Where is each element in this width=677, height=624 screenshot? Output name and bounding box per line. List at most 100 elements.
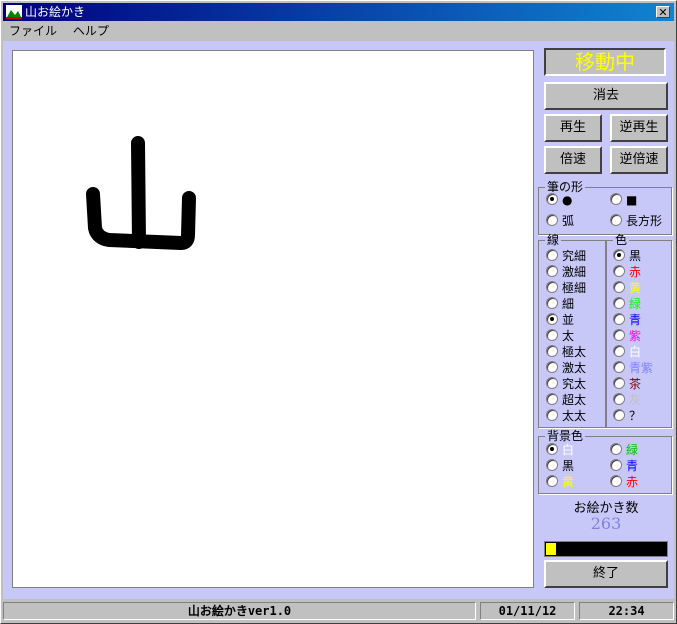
background-color-option[interactable]: 黒	[546, 459, 574, 473]
color-option-label: 茶	[629, 377, 642, 391]
background-color-option[interactable]: 青	[610, 459, 638, 473]
drawing-count-value: 263	[590, 514, 622, 533]
background-color-option-label: 白	[562, 443, 575, 457]
radio-button[interactable]	[546, 377, 558, 389]
line-width-option-label: 究細	[562, 249, 587, 263]
radio-button[interactable]	[613, 249, 625, 261]
radio-button[interactable]	[546, 297, 558, 309]
background-color-option-label: 黄	[562, 475, 575, 489]
background-color-option-label: 緑	[626, 443, 639, 457]
radio-button[interactable]	[613, 409, 625, 421]
close-button[interactable]: ✕	[656, 6, 670, 18]
color-option[interactable]: 赤	[613, 265, 641, 279]
color-option[interactable]: 茶	[613, 377, 641, 391]
window-title: 山お絵かき	[25, 5, 86, 19]
color-option[interactable]: 白	[613, 345, 641, 359]
color-option-label: 黒	[629, 249, 642, 263]
color-option[interactable]: 黄	[613, 281, 641, 295]
color-option[interactable]: 青	[613, 313, 641, 327]
background-color-option[interactable]: 白	[546, 443, 574, 457]
color-option-label: ？	[629, 409, 642, 423]
radio-button[interactable]	[610, 193, 622, 205]
radio-button[interactable]	[613, 329, 625, 341]
brush-shape-option[interactable]: 弧	[546, 214, 574, 228]
radio-button[interactable]	[613, 377, 625, 389]
erase-button[interactable]: 消去	[544, 82, 668, 110]
brush-shape-option[interactable]: ●	[546, 193, 572, 207]
line-width-option[interactable]: 太	[546, 329, 574, 343]
brush-shape-option-label: ■	[626, 193, 638, 207]
line-width-option-label: 細	[562, 297, 575, 311]
line-width-option[interactable]: 極細	[546, 281, 586, 295]
color-option-label: 黄	[629, 281, 642, 295]
reverse-play-button[interactable]: 逆再生	[610, 114, 668, 142]
color-option[interactable]: 紫	[613, 329, 641, 343]
radio-button[interactable]	[546, 265, 558, 277]
line-width-option-label: 極細	[562, 281, 587, 295]
line-width-option-label: 太	[562, 329, 575, 343]
line-width-option[interactable]: 激細	[546, 265, 586, 279]
double-speed-button[interactable]: 倍速	[544, 146, 602, 174]
color-option-label: 緑	[629, 297, 642, 311]
radio-button[interactable]	[613, 281, 625, 293]
radio-button[interactable]	[546, 475, 558, 487]
drawing-strokes	[86, 136, 196, 250]
title-bar[interactable]: 山お絵かき ✕	[3, 3, 674, 21]
radio-button[interactable]	[610, 459, 622, 471]
radio-button[interactable]	[546, 193, 558, 205]
color-option-label: 青紫	[629, 361, 654, 375]
radio-button[interactable]	[546, 393, 558, 405]
color-option[interactable]: ？	[613, 409, 641, 423]
radio-button[interactable]	[613, 361, 625, 373]
reverse-double-speed-button[interactable]: 逆倍速	[610, 146, 668, 174]
line-width-option[interactable]: 太太	[546, 409, 586, 423]
line-width-option[interactable]: 並	[546, 313, 574, 327]
color-option[interactable]: 黒	[613, 249, 641, 263]
line-width-option[interactable]: 究太	[546, 377, 586, 391]
line-width-option[interactable]: 激太	[546, 361, 586, 375]
status-date: 01/11/12	[480, 602, 575, 620]
radio-button[interactable]	[546, 281, 558, 293]
radio-button[interactable]	[546, 361, 558, 373]
brush-shape-option[interactable]: 長方形	[610, 214, 662, 228]
radio-button[interactable]	[613, 265, 625, 277]
menu-help[interactable]: ヘルプ	[67, 22, 115, 40]
line-width-option[interactable]: 超太	[546, 393, 586, 407]
radio-button[interactable]	[546, 313, 558, 325]
background-color-option[interactable]: 黄	[546, 475, 574, 489]
menu-file[interactable]: ファイル	[3, 22, 63, 40]
radio-button[interactable]	[610, 214, 622, 226]
radio-button[interactable]	[546, 214, 558, 226]
radio-button[interactable]	[546, 345, 558, 357]
color-option-label: 紫	[629, 329, 642, 343]
radio-button[interactable]	[546, 459, 558, 471]
line-width-option-label: 激太	[562, 361, 587, 375]
app-window: 山お絵かき ✕ ファイル ヘルプ 移動中 消去 再生 逆再生 倍速 逆倍速 筆の…	[0, 0, 677, 624]
radio-button[interactable]	[546, 329, 558, 341]
brush-shape-option[interactable]: ■	[610, 193, 637, 207]
play-button[interactable]: 再生	[544, 114, 602, 142]
radio-button[interactable]	[610, 443, 622, 455]
background-color-option[interactable]: 緑	[610, 443, 638, 457]
radio-button[interactable]	[610, 475, 622, 487]
line-width-option[interactable]: 極太	[546, 345, 586, 359]
radio-button[interactable]	[613, 313, 625, 325]
radio-button[interactable]	[546, 443, 558, 455]
radio-button[interactable]	[613, 297, 625, 309]
background-color-option-label: 黒	[562, 459, 575, 473]
drawing-canvas[interactable]	[12, 50, 534, 588]
color-option[interactable]: 青紫	[613, 361, 653, 375]
color-option[interactable]: 緑	[613, 297, 641, 311]
radio-button[interactable]	[546, 249, 558, 261]
status-bar: 山お絵かきver1.0 01/11/12 22:34	[3, 600, 674, 622]
line-width-option[interactable]: 究細	[546, 249, 586, 263]
color-option[interactable]: 灰	[613, 393, 641, 407]
app-icon	[6, 5, 22, 19]
radio-button[interactable]	[613, 393, 625, 405]
color-option-label: 灰	[629, 393, 642, 407]
line-width-option[interactable]: 細	[546, 297, 574, 311]
background-color-option[interactable]: 赤	[610, 475, 638, 489]
radio-button[interactable]	[613, 345, 625, 357]
quit-button[interactable]: 終了	[544, 560, 668, 588]
radio-button[interactable]	[546, 409, 558, 421]
